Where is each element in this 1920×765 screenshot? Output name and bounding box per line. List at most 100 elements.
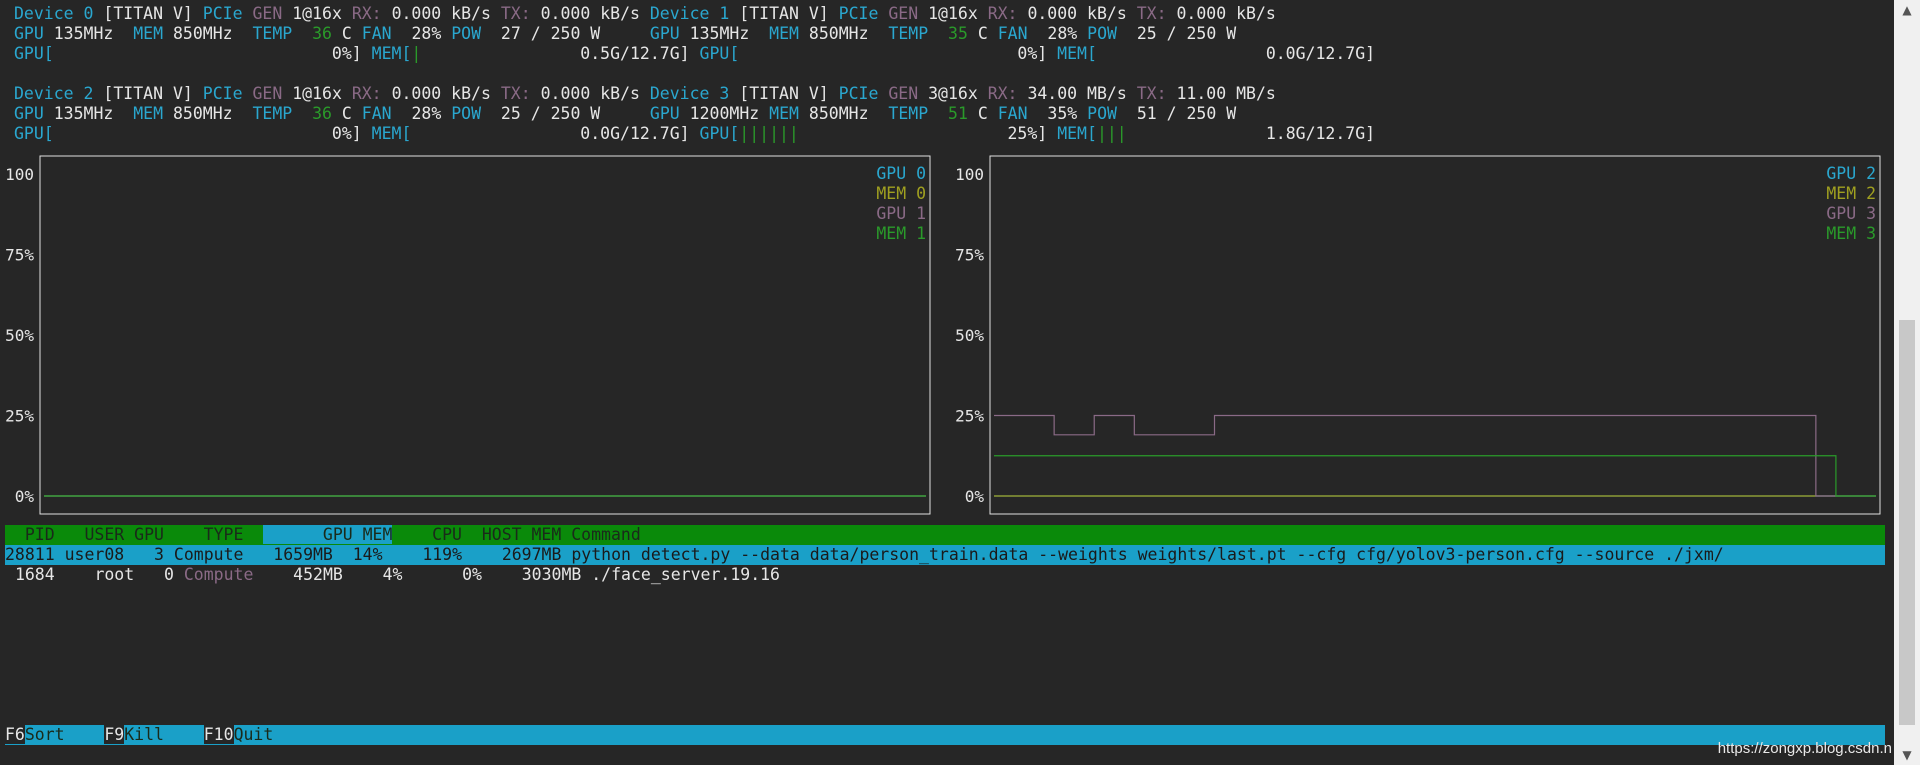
device-2-rx: 0.000 kB/s <box>391 84 491 103</box>
y-tick-label: 75% <box>5 246 34 265</box>
device-2-fan-label: FAN <box>361 104 392 123</box>
scroll-down-icon[interactable]: ▼ <box>1899 747 1915 763</box>
y-tick-label: 25% <box>955 407 984 426</box>
f6-key[interactable]: F6 <box>5 725 25 744</box>
header-cpu-host-command: CPU HOST MEM Command <box>392 525 641 544</box>
device-0-temp-label: TEMP <box>252 24 293 43</box>
scroll-thumb[interactable] <box>1899 320 1915 725</box>
device-0-tx: 0.000 kB/s <box>540 4 640 23</box>
device-1-pow: 25 / 250 W <box>1136 24 1237 43</box>
device-0-temp: 36 <box>312 24 332 43</box>
row-type: Compute <box>183 565 254 584</box>
terminal-window: Device 0 [TITAN V] PCIe GEN 1@16x RX: 0.… <box>0 0 1920 765</box>
watermark-url: https://zongxp.blog.csdn.n <box>1717 740 1892 757</box>
device-2-fan: 28% <box>411 104 442 123</box>
device-3-fan: 35% <box>1047 104 1078 123</box>
scrollbar[interactable]: ▲ ▼ <box>1894 0 1920 765</box>
row-cpu: 119% <box>422 545 463 564</box>
device-1-tx-label: TX: <box>1136 4 1167 23</box>
row-pid: 28811 <box>5 545 55 564</box>
device-1-gpu-clock: 135MHz <box>689 24 750 43</box>
device-0-gen: GEN <box>252 4 283 23</box>
quit-action[interactable]: Quit <box>234 725 274 744</box>
row-pid: 1684 <box>14 565 55 584</box>
device-3-temp-label: TEMP <box>888 104 929 123</box>
device-2-pow-label: POW <box>451 104 482 123</box>
device-3-pcie: PCIe <box>838 84 879 103</box>
row-gpu-mem: 1659MB <box>273 545 333 564</box>
device-1-fan: 28% <box>1047 24 1078 43</box>
device-3-gen-val: 3@16x <box>928 84 978 103</box>
table-row[interactable]: 28811 user08 3 Compute 1659MB 14% 119% 2… <box>5 545 1885 565</box>
device-2-label: Device 2 <box>14 84 94 103</box>
device-0-temp-unit: C <box>341 24 352 43</box>
device-0-1-bars-line: GPU[ 0%] MEM[| 0.5G/12.7G] GPU[ 0%] MEM[… <box>14 44 1375 64</box>
device-1-pcie: PCIe <box>838 4 879 23</box>
device-1-rx: 0.000 kB/s <box>1027 4 1127 23</box>
function-key-bar: F6Sort F9Kill F10Quit <box>5 725 1885 745</box>
row-mem-pct: 4% <box>382 565 403 584</box>
device-2-pcie: PCIe <box>202 84 243 103</box>
device-2-mem-clock: 850MHz <box>172 104 233 123</box>
row-gpu-mem: 452MB <box>293 565 343 584</box>
device-0-gpu-label: GPU <box>14 24 44 43</box>
device-0-fan: 28% <box>411 24 442 43</box>
device-1-model: [TITAN V] <box>739 4 829 23</box>
scroll-up-icon[interactable]: ▲ <box>1899 2 1915 18</box>
table-row[interactable]: 1684 root 0 Compute 452MB 4% 0% 3030MB .… <box>5 565 1885 585</box>
device-1-temp-label: TEMP <box>888 24 929 43</box>
legend-gpu-2: GPU 2 <box>1826 164 1876 183</box>
device-2-gpu-clock: 135MHz <box>53 104 114 123</box>
device-1-label: Device 1 <box>649 4 730 23</box>
process-table-header[interactable]: PID USER GPU TYPE GPU MEM CPU HOST MEM C… <box>5 525 1885 545</box>
device-3-mem-clock: 850MHz <box>808 104 869 123</box>
device-1-fan-label: FAN <box>997 24 1028 43</box>
device-2-mem-used: 0.0G/12.7G] <box>580 124 690 143</box>
kill-action[interactable]: Kill <box>124 725 164 744</box>
device-3-temp-unit: C <box>977 104 988 123</box>
y-tick-label: 0% <box>965 487 985 506</box>
device-0-tx-label: TX: <box>500 4 531 23</box>
row-command: python detect.py --data data/person_trai… <box>571 545 1724 564</box>
device-1-mem-bar-label: MEM[ <box>1057 44 1097 63</box>
device-3-model: [TITAN V] <box>739 84 829 103</box>
device-0-mem-label: MEM <box>133 24 164 43</box>
device-1-gpu-pct: 0%] <box>1017 44 1048 63</box>
device-0-mem-bar-label: MEM[ <box>371 44 412 63</box>
f10-key[interactable]: F10 <box>203 725 234 744</box>
device-3-rx: 34.00 MB/s <box>1027 84 1127 103</box>
device-2-mem-label: MEM <box>133 104 164 123</box>
device-3-gen: GEN <box>888 84 919 103</box>
device-1-gpu-bar-label: GPU[ <box>699 44 740 63</box>
device-3-tx: 11.00 MB/s <box>1176 84 1276 103</box>
device-1-mem-used: 0.0G/12.7G] <box>1265 44 1376 63</box>
f9-key[interactable]: F9 <box>104 725 125 744</box>
device-1-tx: 0.000 kB/s <box>1176 4 1276 23</box>
y-tick-label: 75% <box>955 246 984 265</box>
device-2-3-bars-line: GPU[ 0%] MEM[ 0.0G/12.7G] GPU[|||||| 25%… <box>14 124 1375 144</box>
device-3-gpu-bar: |||||| <box>739 124 799 143</box>
device-1-pow-label: POW <box>1087 24 1117 43</box>
device-1-mem-clock: 850MHz <box>808 24 869 43</box>
row-mem-pct: 14% <box>352 545 383 564</box>
device-0-gpu-bar-label: GPU[ <box>14 44 54 63</box>
row-user: root <box>94 565 135 584</box>
device-0-gpu-pct: 0%] <box>331 44 362 63</box>
device-1-temp: 35 <box>948 24 968 43</box>
row-cpu: 0% <box>462 565 482 584</box>
device-3-gpu-clock: 1200MHz <box>689 104 760 123</box>
device-2-rx-label: RX: <box>351 84 382 103</box>
device-3-mem-bar-label: MEM[ <box>1057 124 1097 143</box>
device-2-temp-label: TEMP <box>252 104 293 123</box>
row-host-mem: 2697MB <box>501 545 562 564</box>
y-tick-label: 50% <box>5 326 34 345</box>
device-2-3-stats-line: GPU 135MHz MEM 850MHz TEMP 36 C FAN 28% … <box>14 104 1236 124</box>
device-0-1-header-line: Device 0 [TITAN V] PCIe GEN 1@16x RX: 0.… <box>14 4 1276 24</box>
device-0-model: [TITAN V] <box>103 4 193 23</box>
legend-gpu-3: GPU 3 <box>1826 204 1876 223</box>
device-3-label: Device 3 <box>649 84 730 103</box>
device-3-mem-used: 1.8G/12.7G] <box>1265 124 1376 143</box>
device-3-rx-label: RX: <box>987 84 1018 103</box>
device-3-gpu-bar-label: GPU[ <box>699 124 740 143</box>
sort-action[interactable]: Sort <box>25 725 65 744</box>
